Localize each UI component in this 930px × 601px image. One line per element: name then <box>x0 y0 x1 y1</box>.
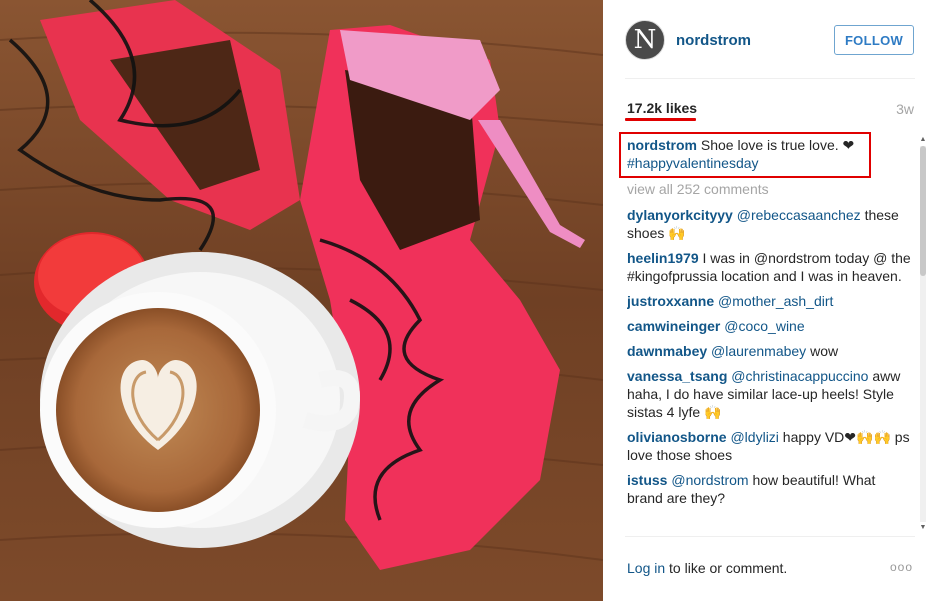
caption-text: Shoe love is true love. ❤ <box>697 137 855 153</box>
comment-mention[interactable]: @rebeccasaanchez <box>737 207 861 223</box>
comment-username[interactable]: olivianosborne <box>627 429 727 445</box>
login-prompt-text: to like or comment. <box>665 560 788 576</box>
likes-highlight-underline <box>625 118 696 121</box>
comment-username[interactable]: dawnmabey <box>627 343 707 359</box>
likes-count[interactable]: 17.2k likes <box>627 100 697 116</box>
footer-divider <box>625 536 915 537</box>
comments-list: nordstrom Shoe love is true love. ❤ #hap… <box>627 136 913 532</box>
comment-item: istuss @nordstrom how beautiful! What br… <box>627 471 913 507</box>
comment-mention[interactable]: @coco_wine <box>724 318 804 334</box>
comment-mention[interactable]: @laurenmabey <box>711 343 806 359</box>
comment-mention[interactable]: @christinacappuccino <box>731 368 868 384</box>
post-timestamp[interactable]: 3w <box>896 101 914 117</box>
comment-item: camwineinger @coco_wine <box>627 317 913 335</box>
follow-button[interactable]: FOLLOW <box>834 25 914 55</box>
header-username[interactable]: nordstrom <box>676 32 751 49</box>
comment-username[interactable]: vanessa_tsang <box>627 368 727 384</box>
comment-item: olivianosborne @ldylizi happy VD❤🙌🙌 ps l… <box>627 428 913 464</box>
caption-username[interactable]: nordstrom <box>627 137 697 153</box>
comment-username[interactable]: camwineinger <box>627 318 720 334</box>
comment-mention[interactable]: @ldylizi <box>730 429 778 445</box>
login-link[interactable]: Log in <box>627 560 665 576</box>
caption-hashtag[interactable]: #happyvalentinesday <box>627 155 759 171</box>
photo-illustration <box>0 0 603 601</box>
scroll-up-arrow-icon[interactable]: ▲ <box>919 136 927 144</box>
comment-text: wow <box>806 343 839 359</box>
scroll-down-arrow-icon[interactable]: ▼ <box>919 524 927 532</box>
view-all-comments-link[interactable]: view all 252 comments <box>627 180 913 198</box>
header-divider <box>625 78 915 79</box>
caption: nordstrom Shoe love is true love. ❤ #hap… <box>627 136 913 172</box>
avatar[interactable]: N <box>625 20 665 60</box>
comment-username[interactable]: istuss <box>627 472 667 488</box>
more-options-icon[interactable]: ooo <box>890 560 913 574</box>
comment-mention[interactable]: @nordstrom <box>671 472 748 488</box>
post-header: N nordstrom FOLLOW <box>625 20 915 64</box>
comment-username[interactable]: heelin1979 <box>627 250 699 266</box>
comment-mention[interactable]: @mother_ash_dirt <box>718 293 833 309</box>
footer-login-prompt: Log in to like or comment. <box>627 560 787 576</box>
post-side-panel: N nordstrom FOLLOW 17.2k likes 3w nordst… <box>603 0 930 601</box>
comment-item: heelin1979 I was in @nordstrom today @ t… <box>627 249 913 285</box>
scroll-thumb[interactable] <box>920 146 926 276</box>
comment-item: vanessa_tsang @christinacappuccino aww h… <box>627 367 913 421</box>
post-photo <box>0 0 603 601</box>
comments-scrollbar[interactable]: ▲ ▼ <box>917 136 927 532</box>
comment-username[interactable]: justroxxanne <box>627 293 714 309</box>
comment-username[interactable]: dylanyorkcityyy <box>627 207 733 223</box>
comment-item: justroxxanne @mother_ash_dirt <box>627 292 913 310</box>
comment-item: dylanyorkcityyy @rebeccasaanchez these s… <box>627 206 913 242</box>
comment-item: dawnmabey @laurenmabey wow <box>627 342 913 360</box>
